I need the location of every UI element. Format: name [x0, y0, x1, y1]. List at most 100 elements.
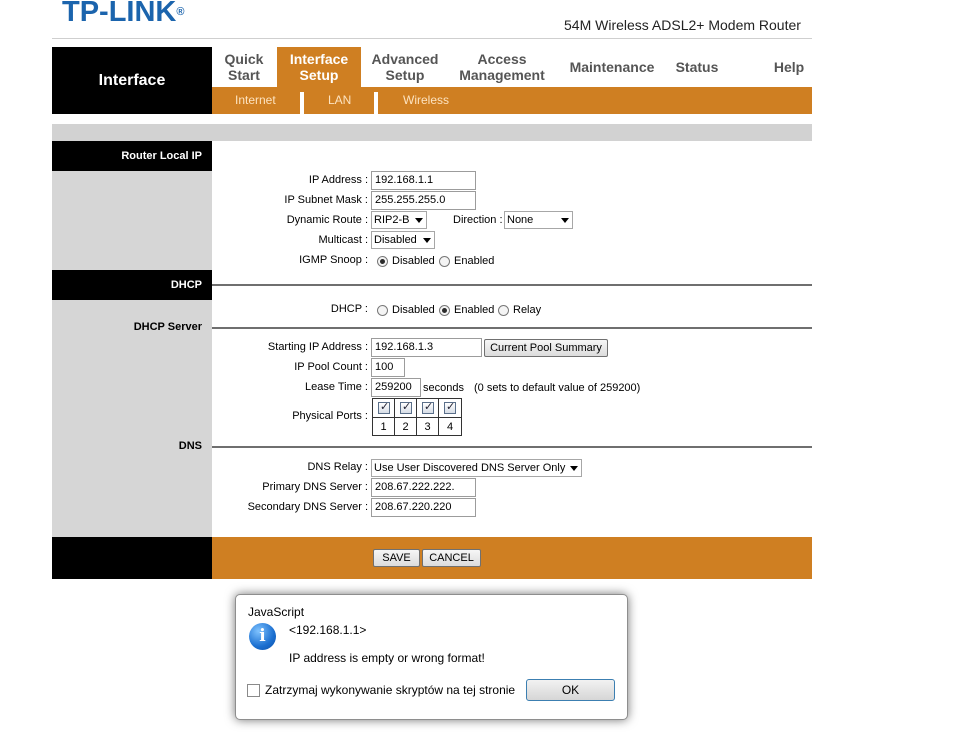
subnet-mask-field[interactable]: 255.255.255.0 — [371, 191, 476, 210]
physical-ports-grid: 1 2 3 4 — [372, 398, 462, 436]
subtab-separator — [374, 92, 378, 114]
footer-bar — [212, 537, 812, 579]
port-1-checkbox[interactable] — [378, 400, 390, 414]
nav-label-line1: Access — [477, 51, 527, 67]
port-cell — [417, 399, 439, 417]
ip-address-label: IP Address : — [308, 174, 368, 186]
port-cell — [373, 399, 395, 417]
ip-pool-count-label: IP Pool Count : — [294, 361, 368, 373]
dns-relay-label: DNS Relay : — [307, 461, 368, 473]
subtab-separator — [300, 92, 304, 114]
dhcp-relay-radio[interactable] — [498, 305, 509, 316]
header-divider — [52, 38, 812, 39]
logo-registered-mark: ® — [176, 6, 185, 18]
footer-left — [52, 537, 212, 579]
dhcp-enabled-label: Enabled — [454, 304, 495, 316]
secondary-dns-field[interactable]: 208.67.220.220 — [371, 498, 476, 517]
port-number: 3 — [417, 418, 439, 436]
port-cell — [395, 399, 417, 417]
nav-access-management[interactable]: Access Management — [454, 47, 550, 87]
section-dhcp-server: DHCP Server — [133, 321, 202, 333]
direction-value: None — [507, 214, 534, 226]
primary-dns-label: Primary DNS Server : — [262, 481, 368, 493]
dhcp-disabled-radio[interactable] — [377, 305, 388, 316]
section-divider — [212, 446, 812, 448]
subnet-mask-label: IP Subnet Mask : — [284, 194, 368, 206]
nav-status[interactable]: Status — [670, 47, 724, 87]
primary-dns-field[interactable]: 208.67.222.222. — [371, 478, 476, 497]
nav-label: Maintenance — [569, 59, 655, 75]
ok-button[interactable]: OK — [526, 679, 615, 701]
nav-advanced-setup[interactable]: Advanced Setup — [364, 47, 446, 87]
nav-maintenance[interactable]: Maintenance — [562, 47, 662, 87]
nav-label: Help — [773, 59, 805, 75]
igmp-snoop-label: IGMP Snoop : — [299, 254, 368, 266]
igmp-disabled-radio[interactable] — [377, 256, 388, 267]
logo-text: TP-LINK — [62, 0, 177, 28]
dialog-message: IP address is empty or wrong format! — [289, 651, 485, 665]
igmp-disabled-label: Disabled — [392, 255, 435, 267]
dns-relay-select[interactable]: Use User Discovered DNS Server Only — [371, 459, 582, 477]
product-name: 54M Wireless ADSL2+ Modem Router — [564, 17, 801, 33]
dhcp-enabled-radio[interactable] — [439, 305, 450, 316]
nav-section-title: Interface — [52, 47, 212, 114]
nav-help[interactable]: Help — [766, 47, 812, 87]
port-4-checkbox[interactable] — [444, 400, 456, 414]
nav-quick-start[interactable]: Quick Start — [212, 47, 276, 87]
subtab-wireless[interactable]: Wireless — [403, 93, 449, 107]
nav-label-line2: Setup — [385, 67, 425, 83]
port-number: 1 — [373, 418, 395, 436]
chevron-down-icon — [570, 466, 578, 471]
content-top-bar — [52, 124, 812, 141]
dhcp-label: DHCP : — [330, 303, 368, 315]
lease-time-unit: seconds — [423, 382, 464, 394]
ip-pool-count-field[interactable]: 100 — [371, 358, 405, 377]
starting-ip-label: Starting IP Address : — [267, 341, 368, 353]
nav-label-line1: Advanced — [371, 51, 439, 67]
section-divider — [212, 284, 812, 286]
section-dhcp: DHCP — [52, 270, 212, 300]
port-3-checkbox[interactable] — [422, 400, 434, 414]
lease-time-field[interactable]: 259200 — [371, 378, 421, 397]
section-dns: DNS — [178, 440, 202, 452]
dhcp-disabled-label: Disabled — [392, 304, 435, 316]
nav-label-line2: Management — [459, 67, 545, 83]
stop-scripts-label[interactable]: Zatrzymaj wykonywanie skryptów na tej st… — [265, 683, 515, 697]
dialog-title: JavaScript — [248, 605, 305, 619]
starting-ip-field[interactable]: 192.168.1.3 — [371, 338, 482, 357]
nav-interface-setup[interactable]: Interface Setup — [277, 47, 361, 87]
subtab-internet[interactable]: Internet — [235, 93, 276, 107]
direction-select[interactable]: None — [504, 211, 573, 229]
dialog-message-host: <192.168.1.1> — [289, 623, 367, 637]
secondary-dns-label: Secondary DNS Server : — [247, 501, 368, 513]
tp-link-logo: TP-LINK® — [62, 0, 184, 29]
lease-time-note: (0 sets to default value of 259200) — [474, 382, 641, 394]
ip-address-field[interactable]: 192.168.1.1 — [371, 171, 476, 190]
chevron-down-icon — [423, 238, 431, 243]
port-2-checkbox[interactable] — [400, 400, 412, 414]
port-number: 4 — [446, 421, 454, 433]
save-button[interactable]: SAVE — [373, 549, 420, 567]
chevron-down-icon — [415, 218, 423, 223]
dynamic-route-label: Dynamic Route : — [286, 214, 368, 226]
multicast-label: Multicast : — [318, 234, 368, 246]
stop-scripts-checkbox[interactable] — [247, 684, 260, 697]
multicast-value: Disabled — [374, 234, 417, 246]
multicast-select[interactable]: Disabled — [371, 231, 435, 249]
physical-ports-label: Physical Ports : — [292, 410, 368, 422]
cancel-button[interactable]: CANCEL — [422, 549, 481, 567]
nav-label-line2: Setup — [299, 67, 339, 83]
info-icon: i — [249, 623, 276, 650]
port-cell — [439, 399, 461, 417]
port-number: 2 — [395, 418, 417, 436]
nav-label-line1: Interface — [289, 51, 349, 67]
section-divider — [212, 327, 812, 329]
subtab-lan[interactable]: LAN — [328, 93, 351, 107]
nav-label-line1: Quick — [224, 51, 264, 67]
igmp-enabled-label: Enabled — [454, 255, 495, 267]
igmp-enabled-radio[interactable] — [439, 256, 450, 267]
dynamic-route-select[interactable]: RIP2-B — [371, 211, 427, 229]
dns-relay-value: Use User Discovered DNS Server Only — [374, 462, 566, 474]
direction-label: Direction : — [453, 214, 503, 226]
current-pool-summary-button[interactable]: Current Pool Summary — [484, 339, 608, 357]
